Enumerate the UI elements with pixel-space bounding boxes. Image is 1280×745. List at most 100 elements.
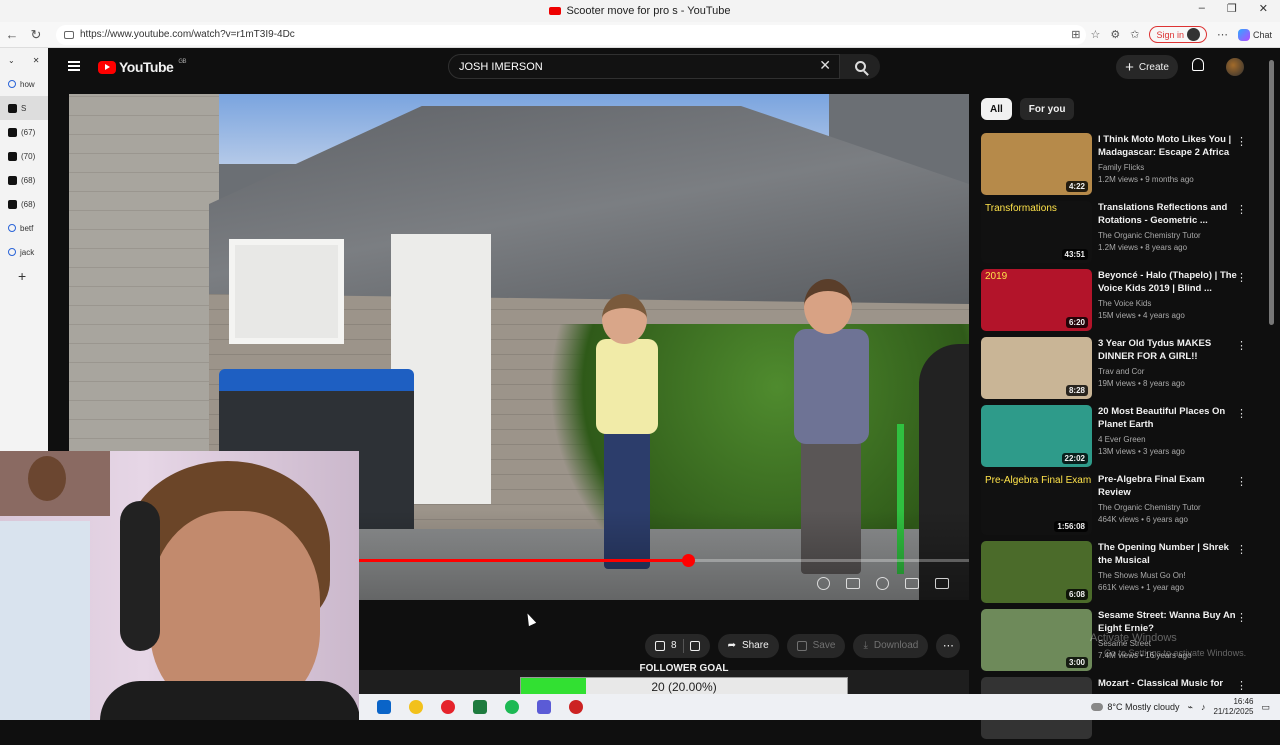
more-options-icon[interactable]: ⋮ [1236, 203, 1247, 216]
copilot-chat-button[interactable]: Chat [1237, 28, 1272, 41]
volume-icon[interactable]: ♪ [1201, 702, 1206, 712]
video-title[interactable]: 20 Most Beautiful Places On Planet Earth [1098, 405, 1238, 431]
channel-name[interactable]: Family Flicks [1098, 163, 1238, 172]
minimize-button[interactable]: – [1199, 2, 1205, 15]
download-button[interactable]: ⤓ Download [853, 633, 929, 658]
obs-icon[interactable] [569, 700, 583, 714]
clock[interactable]: 16:46 21/12/2025 [1213, 697, 1253, 717]
discord-icon[interactable] [537, 700, 551, 714]
video-title[interactable]: Beyoncé - Halo (Thapelo) | The Voice Kid… [1098, 269, 1238, 295]
favorites-icon[interactable]: ✩ [1130, 28, 1139, 41]
video-thumbnail[interactable]: 8:28 [981, 337, 1092, 399]
video-title[interactable]: Mozart - Classical Music for [1098, 677, 1238, 690]
video-title[interactable]: Pre-Algebra Final Exam Review [1098, 473, 1238, 499]
video-title[interactable]: I Think Moto Moto Likes You | Madagascar… [1098, 133, 1238, 159]
close-window-button[interactable]: ✕ [1259, 2, 1268, 15]
filter-chip[interactable]: For you [1019, 98, 1075, 120]
autoplay-toggle-icon[interactable] [817, 577, 830, 590]
account-avatar[interactable] [1226, 58, 1244, 76]
progress-bar[interactable] [359, 554, 969, 567]
related-video-item[interactable]: 22:02 20 Most Beautiful Places On Planet … [981, 405, 1261, 473]
notifications-icon[interactable]: ▭ [1261, 702, 1270, 713]
vertical-tab[interactable]: S [0, 96, 48, 120]
clear-search-icon[interactable]: ✕ [819, 57, 831, 74]
vertical-tab[interactable]: (67) [0, 120, 48, 144]
vertical-tab[interactable]: betf [0, 216, 48, 240]
close-tabs-icon[interactable]: ✕ [33, 56, 40, 65]
more-actions-button[interactable]: ⋯ [936, 633, 961, 658]
theater-mode-icon[interactable] [905, 578, 919, 589]
vertical-tab[interactable]: (70) [0, 144, 48, 168]
filter-chip[interactable]: All [981, 98, 1012, 120]
chrome-icon[interactable] [409, 700, 423, 714]
extensions-icon[interactable]: ⚙ [1110, 28, 1120, 41]
create-button[interactable]: + Create [1116, 55, 1178, 79]
related-video-item[interactable]: 2019 6:20 Beyoncé - Halo (Thapelo) | The V… [981, 269, 1261, 337]
fullscreen-icon[interactable] [935, 578, 949, 589]
related-video-item[interactable]: Pre-Algebra Final Exam 1:56:08 Pre-Algebra… [981, 473, 1261, 541]
page-scrollbar[interactable] [1269, 60, 1274, 325]
video-thumbnail[interactable]: 6:08 [981, 541, 1092, 603]
more-options-icon[interactable]: ⋮ [1236, 407, 1247, 420]
thumbs-down-icon[interactable] [689, 640, 700, 651]
reload-icon[interactable]: ↻ [24, 27, 48, 43]
sign-in-button[interactable]: Sign in [1149, 26, 1207, 43]
related-video-item[interactable]: Transformations 43:51 Translations Reflect… [981, 201, 1261, 269]
back-icon[interactable]: ← [0, 27, 24, 42]
vertical-tab[interactable]: (68) [0, 168, 48, 192]
chevron-down-icon[interactable]: ⌄ [8, 56, 15, 65]
video-thumbnail[interactable]: Transformations 43:51 [981, 201, 1092, 263]
more-options-icon[interactable]: ⋮ [1236, 611, 1247, 624]
notifications-bell-icon[interactable] [1192, 58, 1204, 71]
save-button[interactable]: Save [786, 633, 846, 658]
channel-name[interactable]: The Shows Must Go On! [1098, 571, 1238, 580]
video-title[interactable]: Translations Reflections and Rotations -… [1098, 201, 1238, 227]
spotify-icon[interactable] [505, 700, 519, 714]
related-video-item[interactable]: 6:08 The Opening Number | Shrek the Music… [981, 541, 1261, 609]
excel-icon[interactable] [473, 700, 487, 714]
opera-icon[interactable] [441, 700, 455, 714]
vertical-tab[interactable]: (68) [0, 192, 48, 216]
video-thumbnail[interactable]: 3:00 [981, 609, 1092, 671]
more-options-icon[interactable]: ⋮ [1236, 679, 1247, 692]
video-thumbnail[interactable]: Pre-Algebra Final Exam 1:56:08 [981, 473, 1092, 535]
hamburger-menu-icon[interactable] [68, 61, 80, 71]
apps-icon[interactable]: ⊞ [1071, 28, 1080, 41]
maximize-button[interactable]: ❐ [1227, 2, 1237, 15]
thumbs-up-icon[interactable] [655, 640, 665, 651]
more-options-icon[interactable]: ⋮ [1236, 339, 1247, 352]
weather-widget[interactable]: 8°C Mostly cloudy [1091, 702, 1180, 712]
more-menu-icon[interactable]: ⋯ [1217, 28, 1228, 41]
channel-name[interactable]: The Voice Kids [1098, 299, 1238, 308]
channel-name[interactable]: The Organic Chemistry Tutor [1098, 231, 1238, 240]
new-tab-button[interactable]: + [0, 264, 48, 288]
favorite-star-icon[interactable]: ☆ [1090, 28, 1100, 41]
channel-name[interactable]: 4 Ever Green [1098, 435, 1238, 444]
more-options-icon[interactable]: ⋮ [1236, 475, 1247, 488]
more-options-icon[interactable]: ⋮ [1236, 135, 1247, 148]
more-options-icon[interactable]: ⋮ [1236, 543, 1247, 556]
webcam-chair [0, 521, 90, 720]
outlook-icon[interactable] [377, 700, 391, 714]
share-button[interactable]: ➦ Share [717, 633, 779, 658]
vertical-tab[interactable]: jack [0, 240, 48, 264]
youtube-logo[interactable]: YouTube GB [98, 59, 186, 75]
search-button[interactable] [840, 54, 880, 79]
captions-icon[interactable] [846, 578, 860, 589]
video-title[interactable]: 3 Year Old Tydus MAKES DINNER FOR A GIRL… [1098, 337, 1238, 363]
related-video-item[interactable]: 8:28 3 Year Old Tydus MAKES DINNER FOR A … [981, 337, 1261, 405]
channel-name[interactable]: Trav and Cor [1098, 367, 1238, 376]
network-icon[interactable]: ⌁ [1188, 702, 1193, 713]
channel-name[interactable]: The Organic Chemistry Tutor [1098, 503, 1238, 512]
settings-gear-icon[interactable] [876, 577, 889, 590]
video-title[interactable]: The Opening Number | Shrek the Musical [1098, 541, 1238, 567]
video-thumbnail[interactable]: 2019 6:20 [981, 269, 1092, 331]
vertical-tab[interactable]: how [0, 72, 48, 96]
url-field[interactable]: https://www.youtube.com/watch?v=r1mT3I9-… [56, 24, 1086, 45]
related-video-item[interactable]: 4:22 I Think Moto Moto Likes You | Madaga… [981, 133, 1261, 201]
like-count[interactable]: 8 [671, 640, 677, 651]
search-input[interactable]: JOSH IMERSON ✕ [448, 54, 840, 79]
video-thumbnail[interactable]: 22:02 [981, 405, 1092, 467]
more-options-icon[interactable]: ⋮ [1236, 271, 1247, 284]
video-thumbnail[interactable]: 4:22 [981, 133, 1092, 195]
